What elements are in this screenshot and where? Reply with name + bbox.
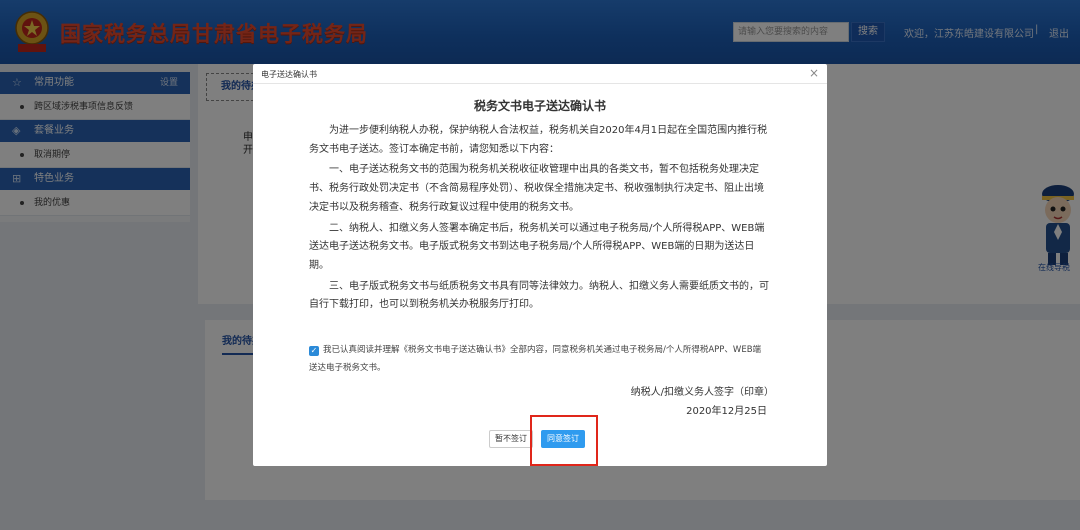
signature-date: 2020年12月25日 bbox=[686, 406, 767, 417]
document-paragraph: 一、电子送达税务文书的范围为税务机关税收征收管理中出具的各类文书，暂不包括税务处… bbox=[309, 164, 764, 213]
document-title: 税务文书电子送达确认书 bbox=[473, 99, 606, 113]
agree-sign-button[interactable]: 同意签订 bbox=[541, 430, 585, 448]
document-paragraph: 三、电子版式税务文书与纸质税务文书具有同等法律效力。纳税人、扣缴义务人需要纸质文… bbox=[309, 280, 769, 311]
dialog-header: 电子送达确认书 × bbox=[253, 64, 827, 84]
signature-label: 纳税人/扣缴义务人签字（印章） bbox=[630, 387, 774, 398]
e-delivery-confirmation-dialog: 电子送达确认书 × 税务文书电子送达确认书 为进一步便利纳税人办税，保护纳税人合… bbox=[253, 64, 827, 466]
document-body: 为进一步便利纳税人办税，保护纳税人合法权益，税务机关自2020年4月1日起在全国… bbox=[309, 122, 769, 317]
consent-row: ✓ 我已认真阅读并理解《税务文书电子送达确认书》全部内容，同意税务机关通过电子税务… bbox=[309, 341, 769, 377]
dialog-title: 电子送达确认书 bbox=[261, 70, 317, 79]
consent-text: 我已认真阅读并理解《税务文书电子送达确认书》全部内容，同意税务机关通过电子税务局… bbox=[309, 345, 762, 373]
consent-checkbox[interactable]: ✓ bbox=[309, 346, 319, 356]
not-sign-button[interactable]: 暂不签订 bbox=[489, 430, 533, 448]
document-paragraph: 二、纳税人、扣缴义务人签署本确定书后，税务机关可以通过电子税务局/个人所得税AP… bbox=[309, 222, 765, 271]
document-paragraph: 为进一步便利纳税人办税，保护纳税人合法权益，税务机关自2020年4月1日起在全国… bbox=[309, 125, 768, 155]
close-icon[interactable]: × bbox=[807, 66, 821, 80]
